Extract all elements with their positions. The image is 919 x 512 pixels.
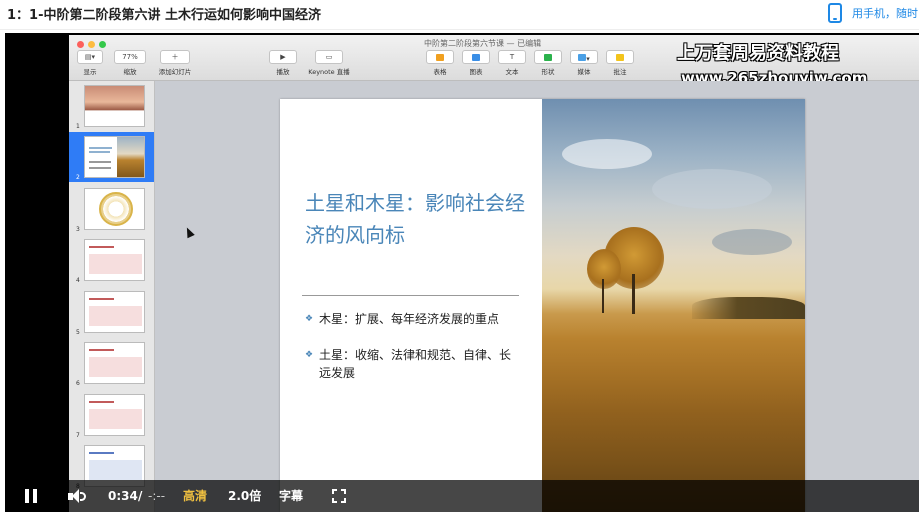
slide-text-area: 土星和木星：影响社会经济的风向标 ❖ 木星：扩展、每年经济发展的重点 ❖ 土星：… [280, 99, 542, 512]
comment-icon [606, 50, 634, 64]
slide-thumbnail-7[interactable]: 7 [69, 390, 154, 440]
window-zoom-button[interactable] [99, 41, 106, 48]
shape-icon [534, 50, 562, 64]
page-header: 1：1-中阶第二阶段第六讲 土木行运如何影响中国经济 用手机，随时 [0, 0, 919, 30]
chart-icon [462, 50, 490, 64]
slide-thumbnail-6[interactable]: 6 [69, 338, 154, 388]
add-slide-button[interactable]: ＋ 添加幻灯片 [155, 50, 195, 80]
comment-button[interactable]: 批注 [605, 50, 635, 80]
quality-button[interactable]: 高清 [183, 480, 207, 512]
player-controls: 0:34 / -:-- 高清 2.0倍 字幕 [5, 480, 919, 512]
keynote-live-button[interactable]: ▭ Keynote 直播 [303, 50, 355, 80]
diamond-bullet-icon: ❖ [305, 350, 314, 360]
slide-thumbnail-2[interactable]: 2 [69, 132, 154, 182]
slide-bullet-2[interactable]: ❖ 土星：收缩、法律和规范、自律、长远发展 [305, 346, 520, 382]
media-icon: ▾ [570, 50, 598, 64]
table-button[interactable]: 表格 [425, 50, 455, 80]
watermark-line-1: 上万套周易资料教程 [677, 43, 839, 64]
play-button[interactable]: ▶ 播放 [267, 50, 299, 80]
window-minimize-button[interactable] [88, 41, 95, 48]
slide-title[interactable]: 土星和木星：影响社会经济的风向标 [305, 187, 530, 251]
autumn-field-photo[interactable] [542, 99, 805, 512]
page-root: 1：1-中阶第二阶段第六讲 土木行运如何影响中国经济 用手机，随时 中阶第二阶段… [0, 0, 919, 512]
view-button[interactable]: ▤▾ 显示 [75, 50, 105, 80]
keynote-window: 中阶第二阶段第六节课 — 已编辑 ▤▾ 显示 77% 缩放 ＋ 添加幻灯片 ▶ … [69, 35, 919, 512]
slide-thumbnail-5[interactable]: 5 [69, 287, 154, 337]
slide-bullet-1[interactable]: ❖ 木星：扩展、每年经济发展的重点 [305, 310, 520, 328]
time-separator: / [138, 489, 143, 503]
chart-button[interactable]: 图表 [461, 50, 491, 80]
slide-thumbnail-4[interactable]: 4 [69, 235, 154, 285]
distant-trees [692, 297, 805, 319]
lecture-title: 1：1-中阶第二阶段第六讲 土木行运如何影响中国经济 [7, 8, 322, 23]
fullscreen-icon[interactable] [332, 489, 346, 503]
slide-thumbnail-1[interactable]: 1 [69, 81, 154, 131]
mobile-phone-icon[interactable] [828, 3, 842, 23]
window-close-button[interactable] [77, 41, 84, 48]
text-icon: T [498, 50, 526, 64]
plus-icon: ＋ [160, 50, 190, 64]
slide-divider [302, 295, 519, 296]
mobile-watch-link[interactable]: 用手机，随时 [852, 5, 918, 21]
video-player[interactable]: 中阶第二阶段第六节课 — 已编辑 ▤▾ 显示 77% 缩放 ＋ 添加幻灯片 ▶ … [5, 33, 919, 512]
current-time: 0:34 [108, 489, 138, 503]
duration: -:-- [148, 489, 166, 503]
pause-icon[interactable] [25, 489, 37, 503]
document-title: 中阶第二阶段第六节课 — 已编辑 [424, 39, 542, 48]
play-icon: ▶ [269, 50, 297, 64]
diamond-bullet-icon: ❖ [305, 314, 314, 324]
slide-thumbnail-3[interactable]: 3 [69, 184, 154, 234]
sidebar-view-icon: ▤▾ [77, 50, 103, 64]
media-button[interactable]: ▾ 媒体 [569, 50, 599, 80]
volume-icon[interactable] [68, 489, 88, 504]
slide-navigator: 1 2 3 4 5 6 7 [69, 81, 155, 512]
text-button[interactable]: T 文本 [497, 50, 527, 80]
speed-button[interactable]: 2.0倍 [228, 480, 261, 512]
current-slide[interactable]: 土星和木星：影响社会经济的风向标 ❖ 木星：扩展、每年经济发展的重点 ❖ 土星：… [280, 99, 805, 512]
zoom-dropdown[interactable]: 77% 缩放 [113, 50, 147, 80]
live-icon: ▭ [315, 50, 343, 64]
letterbox-left [5, 33, 69, 512]
subtitles-button[interactable]: 字幕 [279, 480, 303, 512]
shape-button[interactable]: 形状 [533, 50, 563, 80]
table-icon [426, 50, 454, 64]
